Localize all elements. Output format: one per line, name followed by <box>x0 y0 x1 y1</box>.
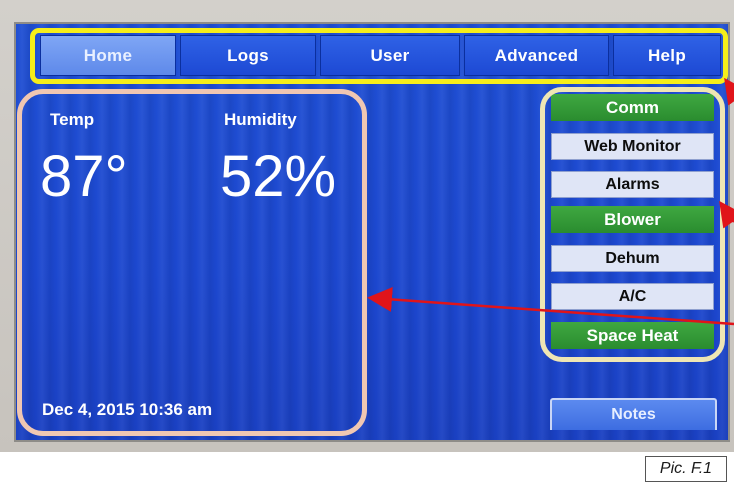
notes-button[interactable]: Notes <box>550 398 717 430</box>
controls-highlight-frame <box>540 87 725 362</box>
nav-highlight-frame <box>30 28 728 84</box>
figure-caption: Pic. F.1 <box>645 456 727 482</box>
readings-highlight-frame <box>17 89 367 436</box>
